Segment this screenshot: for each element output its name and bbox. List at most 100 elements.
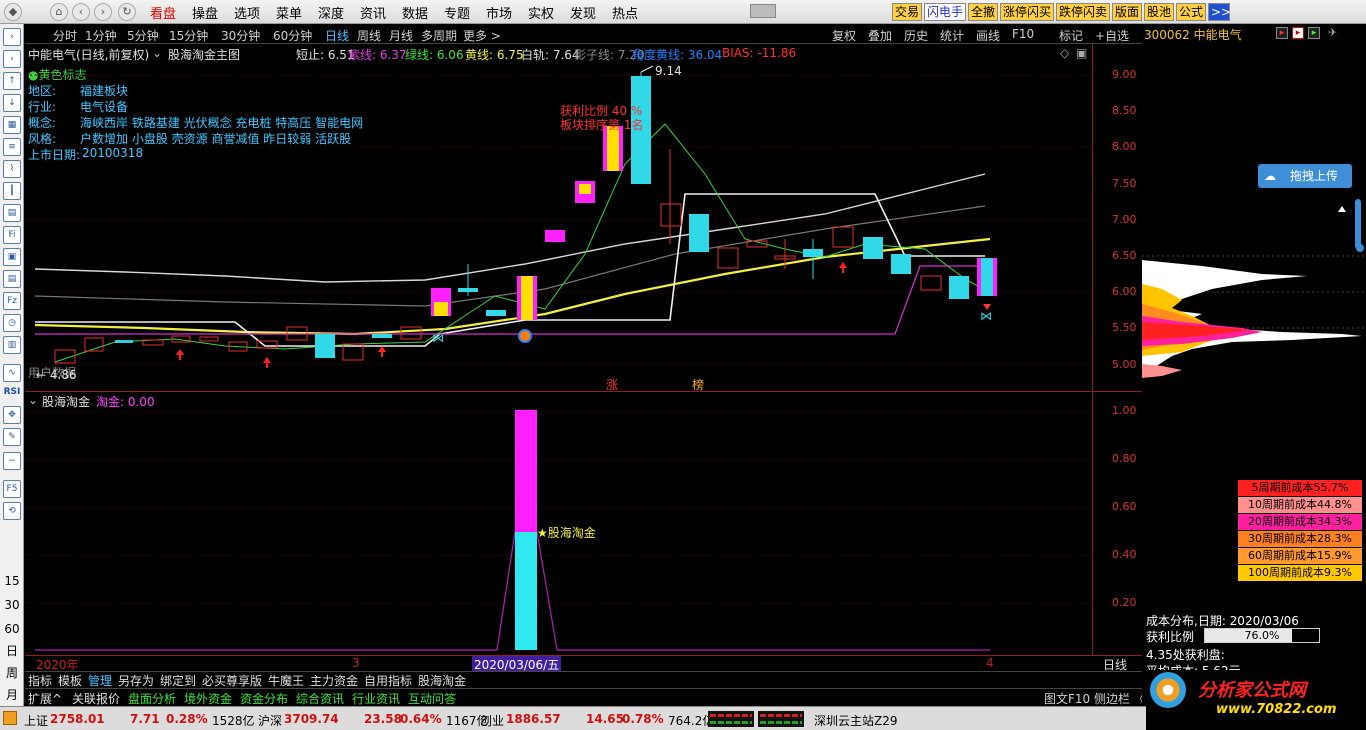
indicator-tab-0[interactable]: 指标 <box>28 672 52 689</box>
period-tab-2[interactable]: 5分钟 <box>127 27 159 44</box>
f5-icon[interactable]: F5 <box>3 480 21 498</box>
extension-tab-1[interactable]: 关联报价 <box>72 690 120 707</box>
refresh-icon[interactable]: ↻ <box>118 3 136 21</box>
indicator-tab-5[interactable]: 必买尊享版 <box>202 672 262 689</box>
rsi-icon[interactable]: RSI <box>3 384 21 402</box>
index-name-0[interactable]: 上证 <box>24 712 48 729</box>
minus-icon[interactable]: − <box>3 452 21 470</box>
menu-item-0[interactable]: 看盘 <box>150 3 176 22</box>
chart-tool-2[interactable]: 历史 <box>904 27 928 44</box>
doc-icon[interactable]: ▤ <box>3 270 21 288</box>
top-button-0[interactable]: 交易 <box>892 3 922 21</box>
period-tab-7[interactable]: 周线 <box>357 27 381 44</box>
extension-tab-3[interactable]: 境外资金 <box>184 690 232 707</box>
index-name-1[interactable]: 沪深 <box>258 712 282 729</box>
back-arrow-icon[interactable]: ‹ <box>3 28 21 46</box>
top-button-7[interactable]: 公式 <box>1176 3 1206 21</box>
left-toolbar-number-0[interactable]: 15 <box>0 574 24 588</box>
period-tab-9[interactable]: 多周期 <box>421 27 457 44</box>
extension-tab-4[interactable]: 资金分布 <box>240 690 288 707</box>
menu-item-1[interactable]: 操盘 <box>192 3 218 22</box>
flag-red-icon[interactable]: ▸ <box>1292 27 1304 39</box>
flag-icon[interactable]: ▸ <box>1276 27 1288 39</box>
forward-arrow-icon[interactable]: › <box>3 50 21 68</box>
left-toolbar-number-5[interactable]: 月 <box>0 686 24 703</box>
menu-item-6[interactable]: 数据 <box>402 3 428 22</box>
period-tab-5[interactable]: 60分钟 <box>273 27 312 44</box>
menu-item-8[interactable]: 市场 <box>486 3 512 22</box>
forward-icon[interactable]: › <box>94 3 112 21</box>
left-toolbar-number-2[interactable]: 60 <box>0 622 24 636</box>
menu-item-9[interactable]: 实权 <box>528 3 554 22</box>
top-button-6[interactable]: 股池 <box>1144 3 1174 21</box>
extension-tab-0[interactable]: 扩展^ <box>28 690 62 707</box>
period-tab-6[interactable]: 日线 <box>325 27 349 44</box>
drag-upload-button[interactable]: ☁ 拖拽上传 <box>1258 164 1352 188</box>
period-tab-3[interactable]: 15分钟 <box>169 27 208 44</box>
market-icon[interactable] <box>3 711 17 725</box>
menu-item-4[interactable]: 深度 <box>318 3 344 22</box>
chart-tool-6[interactable]: 标记 <box>1059 27 1083 44</box>
home-icon[interactable]: ⌂ <box>50 3 68 21</box>
period-tab-8[interactable]: 月线 <box>389 27 413 44</box>
chart-tool-0[interactable]: 复权 <box>832 27 856 44</box>
indicator-tab-6[interactable]: 牛魔王 <box>268 672 304 689</box>
top-button-2[interactable]: 全撤 <box>968 3 998 21</box>
period-tab-4[interactable]: 30分钟 <box>221 27 260 44</box>
chart-icon[interactable]: ▥ <box>3 336 21 354</box>
extension-tab-7[interactable]: 互动问答 <box>408 690 456 707</box>
server-status[interactable]: 深圳云主站Z29 <box>814 712 898 729</box>
indicator-tab-3[interactable]: 另存为 <box>118 672 154 689</box>
fiz-icon[interactable]: Fz <box>3 292 21 310</box>
down-arrow-icon[interactable]: ↓ <box>3 94 21 112</box>
rank-list-marker[interactable]: 榜 <box>692 376 704 393</box>
chart-tool-3[interactable]: 统计 <box>940 27 964 44</box>
extension-tab-6[interactable]: 行业资讯 <box>352 690 400 707</box>
indicator-tab-9[interactable]: 股海淘金 <box>418 672 466 689</box>
indicator-tab-2[interactable]: 管理 <box>88 672 112 689</box>
back-icon[interactable]: ‹ <box>72 3 90 21</box>
period-tab-1[interactable]: 1分钟 <box>85 27 117 44</box>
menu-item-11[interactable]: 热点 <box>612 3 638 22</box>
left-toolbar-number-4[interactable]: 周 <box>0 664 24 681</box>
limit-up-marker[interactable]: 涨 <box>606 376 618 393</box>
extension-tab-2[interactable]: 盘面分析 <box>128 690 176 707</box>
indicator-tab-8[interactable]: 自用指标 <box>364 672 412 689</box>
wave-icon[interactable]: ∿ <box>3 364 21 382</box>
menu-item-2[interactable]: 选项 <box>234 3 260 22</box>
chart-tool-1[interactable]: 叠加 <box>868 27 892 44</box>
indicator-tab-4[interactable]: 绑定到 <box>160 672 196 689</box>
move-icon[interactable]: ✥ <box>3 406 21 424</box>
up-arrow-icon[interactable]: ↑ <box>3 72 21 90</box>
indicator-tab-1[interactable]: 模板 <box>58 672 82 689</box>
left-toolbar-number-3[interactable]: 日 <box>0 642 24 659</box>
table-icon[interactable]: ▤ <box>3 204 21 222</box>
top-button-5[interactable]: 版面 <box>1112 3 1142 21</box>
top-button-4[interactable]: 跌停闪卖 <box>1056 3 1110 21</box>
clock-icon[interactable]: ◷ <box>3 314 21 332</box>
indicator-tab-7[interactable]: 主力资金 <box>310 672 358 689</box>
menu-item-3[interactable]: 菜单 <box>276 3 302 22</box>
list-icon[interactable]: ≡ <box>3 138 21 156</box>
menu-item-7[interactable]: 专题 <box>444 3 470 22</box>
menu-item-10[interactable]: 发现 <box>570 3 596 22</box>
chart-tool-4[interactable]: 画线 <box>976 27 1000 44</box>
line-chart-icon[interactable]: ⌇ <box>3 160 21 178</box>
flag-green-icon[interactable]: ▸ <box>1308 27 1320 39</box>
index-name-2[interactable]: 创业 <box>480 712 504 729</box>
grid-icon[interactable]: ▦ <box>3 116 21 134</box>
sync-icon[interactable]: ⟲ <box>3 502 21 520</box>
fio-icon[interactable]: Fi <box>3 226 21 244</box>
page-icon[interactable]: ▣ <box>3 248 21 266</box>
pencil-icon[interactable]: ✎ <box>3 428 21 446</box>
chart-tool-7[interactable]: +自选 <box>1095 27 1129 44</box>
period-tab-0[interactable]: 分时 <box>53 27 77 44</box>
top-button-3[interactable]: 涨停闪买 <box>1000 3 1054 21</box>
left-toolbar-number-1[interactable]: 30 <box>0 598 24 612</box>
kline-icon[interactable]: ┃ <box>3 182 21 200</box>
panel-settings-icon[interactable]: ✈ <box>1328 26 1337 39</box>
app-logo-icon[interactable]: ◆ <box>4 3 22 21</box>
menu-item-5[interactable]: 资讯 <box>360 3 386 22</box>
chart-tool-5[interactable]: F10 <box>1012 27 1034 41</box>
extension-tab-5[interactable]: 综合资讯 <box>296 690 344 707</box>
